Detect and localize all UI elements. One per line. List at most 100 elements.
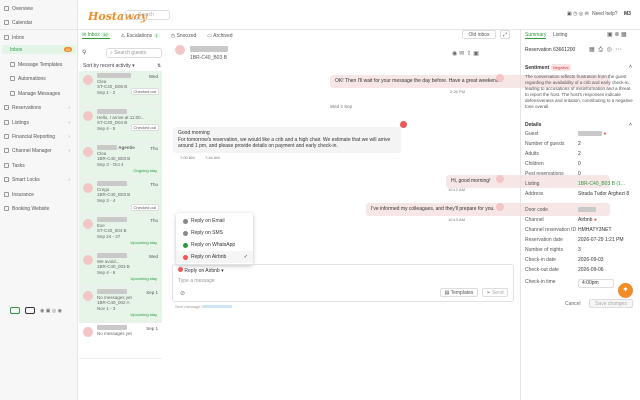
quick-action-button[interactable]: ✦ (618, 283, 633, 298)
cancel-button[interactable]: Cancel (565, 301, 581, 307)
reservation-action-icons[interactable]: ▦ ⎙ ◎ ⋯ (589, 46, 623, 54)
conversation-item[interactable]: No messages yet Sep 1 (79, 323, 162, 359)
global-search-input[interactable]: ⌕ Search (125, 10, 170, 20)
search-icon: ⌕ (129, 13, 132, 19)
tab-inbox[interactable]: ✉ Inbox 40 (82, 32, 110, 39)
avatar (83, 147, 93, 157)
header-icons[interactable]: ▣ ◷ ◎ ✉ (567, 11, 589, 17)
conversation-list: Clea ST-C40_D06 B Sep 1 - 2 Wed Checked out … (79, 71, 162, 389)
avatar (83, 291, 93, 301)
send-button[interactable]: ➤ Send (482, 288, 508, 297)
detail-row: Channel reservation ID HMHATY3NET (525, 227, 612, 233)
sidebar: Overview Calendar Inbox Inbox 40 Message … (0, 0, 78, 400)
conversation-item[interactable]: Agentie Clea 1BR-C40_B03 B Sep 3 - Oct 4 Thu… (79, 143, 162, 179)
status-badge: Checked out (130, 204, 159, 211)
detail-row: Check-out date 2026-09-06 (525, 267, 604, 273)
conversation-item-selected[interactable]: Cregu 1BR-C40_B03 B Sep 3 - 4 Thu Checked ou… (79, 179, 162, 215)
tab-listing[interactable]: Listing (553, 32, 567, 38)
airbnb-icon (178, 267, 183, 272)
conversation-item[interactable]: Clea ST-C40_D06 B Sep 1 - 2 Wed Checked out (79, 71, 162, 107)
sidebar-item-smart-locks[interactable]: Smart Locks › (4, 175, 76, 184)
message-input[interactable]: Type a message (178, 278, 215, 284)
avatar (83, 219, 93, 229)
reply-whatsapp-option[interactable]: Reply on WhatsApp (176, 239, 253, 251)
sidebar-item-listings[interactable]: Listings › (4, 118, 76, 127)
need-help-link[interactable]: Need help? (592, 11, 618, 17)
detail-channel: Channel Airbnb ● (525, 217, 597, 223)
inbox-tabs: ✉ Inbox 40 ⚠ Escalations 1 ◷ Snoozed ▭ A… (82, 30, 233, 41)
reply-via-dropdown[interactable]: Reply on Airbnb ▾ (178, 267, 224, 274)
app-store-badge[interactable] (10, 307, 20, 314)
chevron-up-icon[interactable]: ˄ (629, 64, 632, 70)
chevron-right-icon: › (68, 119, 70, 126)
sentiment-text: The conversation reflects frustration fr… (525, 74, 633, 109)
tab-summary[interactable]: Summary (525, 32, 547, 39)
play-store-badge[interactable] (25, 307, 35, 314)
sidebar-item-insurance[interactable]: Insurance (4, 190, 34, 199)
panel-icons[interactable]: ▣ ⊗ ▦ (607, 31, 627, 38)
avatar (83, 255, 93, 265)
status-badge: Checked out (130, 88, 159, 95)
social-icons[interactable]: ◉ ▣ ◎ ◉ (40, 308, 62, 314)
detail-row: Number of guests 2 (525, 141, 581, 147)
reply-email-option[interactable]: Reply on Email (176, 215, 253, 227)
chat-action-icons[interactable]: ◉✉⇧▣ (452, 50, 481, 57)
detail-address: Address Strada Tudor Arghezi 8 (525, 191, 630, 197)
guest-search-input[interactable]: ⌕ Search guests (106, 48, 162, 58)
messages-icon (10, 91, 15, 96)
sentiment-badge: Negative (551, 64, 571, 71)
conversation-item[interactable]: Hello, I arrive at 11:00... ST-C40_D04 BS… (79, 107, 162, 143)
chevron-right-icon: › (68, 176, 70, 183)
sort-direction-icon[interactable]: ⇅ (157, 63, 161, 69)
sidebar-item-manage-messages[interactable]: Manage Messages (10, 89, 60, 98)
status-badge: Upcoming stay (128, 276, 159, 281)
date-divider: Wed 2 Sep (330, 104, 353, 109)
attach-icon[interactable]: ⊘ (180, 290, 185, 297)
save-changes-button[interactable]: Save changes (589, 299, 633, 308)
chevron-up-icon[interactable]: ˄ (629, 122, 632, 128)
templates-button[interactable]: ▤ Templates (440, 288, 478, 297)
inbox-count-badge: 40 (63, 47, 72, 52)
status-badge: Ongoing stay (131, 168, 159, 173)
sidebar-item-automations[interactable]: Automations (10, 74, 46, 83)
top-header: Hostaway ⌕ Search ▣ ◷ ◎ ✉ Need help? M3 (0, 0, 640, 30)
sms-icon (183, 230, 188, 236)
reservation-id: Reservation 63661200 (525, 47, 576, 53)
host-avatar (496, 74, 504, 82)
guest-name (190, 46, 228, 52)
message-time: 10:12 AM (448, 187, 465, 192)
message-time: 7:44 AM (205, 155, 220, 160)
conversation-item[interactable]: We avoid... 1BR-C40_003 B Sep 4 - 6 Wed Upco… (79, 251, 162, 287)
listing-link[interactable]: 1BR-C40_B03 B (1... (578, 180, 625, 189)
sidebar-item-inbox-group[interactable]: Inbox (4, 33, 24, 42)
sidebar-item-message-templates[interactable]: Message Templates (10, 60, 62, 69)
message-time: 2:26 PM (450, 89, 465, 94)
host-avatar (496, 175, 504, 183)
detail-row: Number of nights 3 (525, 247, 581, 253)
sidebar-item-booking-website[interactable]: Booking Website (4, 204, 49, 213)
sidebar-item-channel-manager[interactable]: Channel Manager › (4, 146, 76, 155)
sort-dropdown[interactable]: Sort by recent activity ▾ (83, 63, 135, 69)
chevron-right-icon: › (68, 147, 70, 154)
reply-sms-option[interactable]: Reply on SMS (176, 227, 253, 239)
checkin-time-select[interactable]: 4:00pm (578, 279, 614, 288)
detail-guest: Guest ● (525, 131, 607, 137)
finance-icon (4, 134, 9, 139)
old-inbox-button[interactable]: Old inbox (462, 30, 496, 39)
tab-archived[interactable]: ▭ Archived (207, 33, 232, 39)
listing-icon (4, 120, 9, 125)
tab-snoozed[interactable]: ◷ Snoozed (171, 33, 197, 39)
expand-icon[interactable]: ⤢ (500, 30, 510, 39)
sidebar-item-reservations[interactable]: Reservations › (4, 103, 76, 112)
sidebar-item-inbox[interactable]: Inbox 40 (2, 45, 76, 54)
conversation-item[interactable]: No messages yet 1BR-C40_002 A Nov 1 - 3 Sep… (79, 287, 162, 323)
tab-escalations[interactable]: ⚠ Escalations 1 (121, 32, 160, 39)
user-avatar[interactable]: M3 (624, 11, 631, 17)
sidebar-item-financial-reporting[interactable]: Financial Reporting › (4, 132, 76, 141)
filter-icon[interactable]: ⚲ (82, 49, 86, 56)
sidebar-item-tasks[interactable]: Tasks (4, 161, 25, 170)
whatsapp-icon (183, 242, 188, 248)
reply-airbnb-option[interactable]: Reply on Airbnb ✓ (176, 251, 253, 263)
email-icon (183, 218, 188, 224)
conversation-item[interactable]: Exe ST-C40_004 B Sep 24 - 27 Thu Upcoming st… (79, 215, 162, 251)
